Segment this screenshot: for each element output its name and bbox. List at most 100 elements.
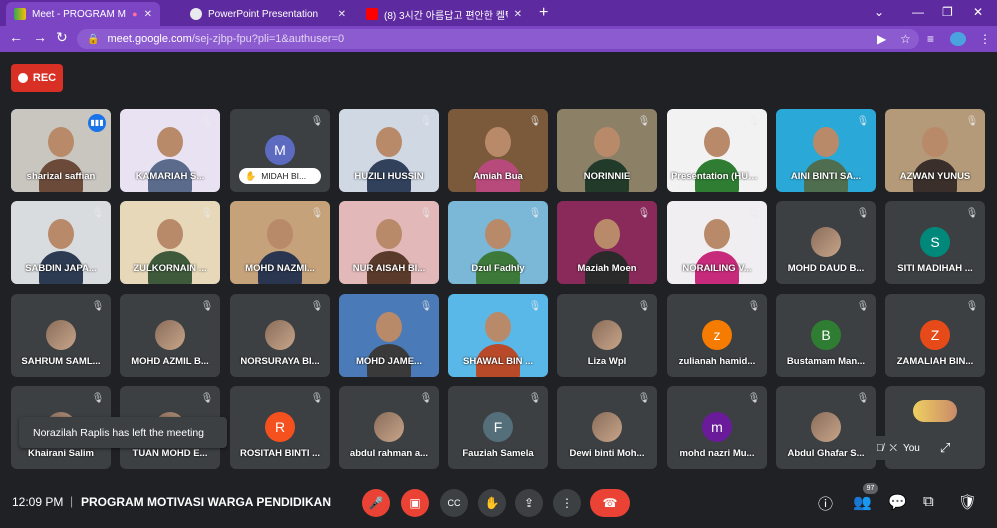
raise-hand-button[interactable]: ✋ bbox=[478, 489, 506, 517]
people-icon[interactable]: 👥 bbox=[853, 493, 872, 511]
mic-off-icon[interactable]: 🎙̸ bbox=[876, 443, 884, 454]
participant-tile[interactable]: 🎙 MOHD NAZMI... bbox=[230, 201, 330, 284]
participant-tile[interactable]: 🎙 Maziah Moen bbox=[557, 201, 657, 284]
self-view-controls: 🎙̸ ⛌ You ⤢ bbox=[868, 436, 975, 460]
menu-kebab-icon[interactable]: ⋮ bbox=[979, 32, 991, 46]
participant-tile[interactable]: 🎙 MOHD AZMIL B... bbox=[120, 294, 220, 377]
avatar bbox=[374, 412, 404, 442]
tab-youtube[interactable]: (8) 3시간 아름답고 편안한 켈틱음 ✕ bbox=[358, 2, 530, 26]
tab-title: Meet - PROGRAM MOTIVASI bbox=[32, 8, 126, 20]
host-controls-icon[interactable]: 🛡 bbox=[958, 493, 977, 511]
participant-tile[interactable]: 🎙 NORSURAYA BI... bbox=[230, 294, 330, 377]
participant-tile[interactable]: 🎙 ZULKORNAIN ... bbox=[120, 201, 220, 284]
participant-tile[interactable]: F 🎙 Fauziah Samela bbox=[448, 386, 548, 469]
more-options-button[interactable]: ⋮ bbox=[553, 489, 581, 517]
participant-face bbox=[48, 127, 74, 157]
participant-tile[interactable]: m 🎙 mohd nazri Mu... bbox=[667, 386, 767, 469]
tab-search-icon[interactable]: ⌄ bbox=[874, 5, 884, 19]
tab-title: PowerPoint Presentation bbox=[208, 8, 319, 20]
captions-button[interactable]: CC bbox=[440, 489, 468, 517]
participant-name: AINI BINTI SA... bbox=[790, 171, 862, 182]
tab-powerpoint[interactable]: PowerPoint Presentation ✕ bbox=[182, 2, 354, 26]
participant-tile[interactable]: 🎙 MOHD DAUD B... bbox=[776, 201, 876, 284]
record-dot-icon bbox=[17, 73, 28, 83]
participant-tile[interactable]: 🎙 HUZILI HUSSIN bbox=[339, 109, 439, 192]
self-avatar bbox=[913, 400, 957, 422]
back-icon[interactable]: ← bbox=[9, 29, 23, 45]
participant-tile[interactable]: 🎙 NUR AISAH BI... bbox=[339, 201, 439, 284]
participant-tile[interactable]: 🎙 NORAILING V... bbox=[667, 201, 767, 284]
new-tab-icon[interactable]: + bbox=[539, 4, 548, 22]
present-button[interactable]: ⇪ bbox=[515, 489, 543, 517]
close-window-icon[interactable]: ✕ bbox=[973, 5, 983, 19]
address-bar[interactable]: 🔒 meet.google.com/sej-zjbp-fpu?pli=1&aut… bbox=[77, 29, 919, 49]
participant-tile[interactable]: 🎙 Liza Wpl bbox=[557, 294, 657, 377]
restore-icon[interactable]: ❐ bbox=[942, 5, 953, 19]
profile-avatar-icon[interactable] bbox=[950, 32, 966, 46]
tab-title: (8) 3시간 아름답고 편안한 켈틱음 bbox=[384, 10, 508, 22]
avatar: M bbox=[265, 135, 295, 165]
close-tab-icon[interactable]: ✕ bbox=[338, 9, 346, 20]
participant-tile[interactable]: 🎙 Dewi binti Moh... bbox=[557, 386, 657, 469]
participant-tile[interactable]: ▮▮▮ sharizal saffian bbox=[11, 109, 111, 192]
muted-mic-icon: 🎙 bbox=[310, 393, 324, 404]
participant-tile[interactable]: 🎙 AZWAN YUNUS bbox=[885, 109, 985, 192]
leave-call-button[interactable]: ☎ bbox=[590, 489, 630, 517]
avatar bbox=[155, 320, 185, 350]
close-tab-icon[interactable]: ✕ bbox=[514, 9, 522, 20]
muted-mic-icon: 🎙 bbox=[856, 208, 870, 219]
participant-name: SHAWAL BIN ... bbox=[462, 356, 534, 367]
participant-tile[interactable]: Z 🎙 ZAMALIAH BIN... bbox=[885, 294, 985, 377]
participant-tile[interactable]: S 🎙 SITI MADIHAH ... bbox=[885, 201, 985, 284]
camera-indicator-icon[interactable]: ▶ bbox=[877, 32, 886, 46]
media-control-icon[interactable]: ≡ bbox=[927, 32, 934, 46]
participant-tile[interactable]: 🎙 MOHD JAME... bbox=[339, 294, 439, 377]
chat-icon[interactable]: 💬 bbox=[888, 493, 907, 511]
participant-tile[interactable]: 🎙 SABDIN JAPA... bbox=[11, 201, 111, 284]
camera-off-icon[interactable]: ⛌ bbox=[890, 443, 897, 454]
participant-face bbox=[485, 219, 511, 249]
mic-toggle-button[interactable]: 🎤 bbox=[362, 489, 390, 517]
separator: | bbox=[70, 494, 74, 508]
participant-tile[interactable]: z 🎙 zulianah hamid... bbox=[667, 294, 767, 377]
camera-toggle-button[interactable]: ▣ bbox=[401, 489, 429, 517]
meeting-control-bar: 12:09 PM | PROGRAM MOTIVASI WARGA PENDID… bbox=[0, 480, 997, 528]
participant-tile[interactable]: 🎙 Dzul Fadhly bbox=[448, 201, 548, 284]
avatar: R bbox=[265, 412, 295, 442]
muted-mic-icon: 🎙 bbox=[200, 301, 214, 312]
avatar: B bbox=[811, 320, 841, 350]
meeting-details-icon[interactable]: ⓘ bbox=[818, 493, 833, 514]
reload-icon[interactable]: ↻ bbox=[56, 29, 68, 46]
url-path: /sej-zjbp-fpu?pli=1&authuser=0 bbox=[191, 33, 345, 45]
participant-name: KAMARIAH S... bbox=[135, 171, 205, 182]
meeting-title: PROGRAM MOTIVASI WARGA PENDIDIKAN ... bbox=[81, 495, 331, 509]
participant-tile[interactable]: R 🎙 ROSITAH BINTI ... bbox=[230, 386, 330, 469]
minimize-icon[interactable]: — bbox=[912, 5, 924, 19]
tab-meet[interactable]: Meet - PROGRAM MOTIVASI ● ✕ bbox=[6, 2, 160, 26]
meeting-clock: 12:09 PM bbox=[12, 495, 64, 509]
participant-name: Khairani Salim bbox=[28, 448, 94, 459]
participant-tile[interactable]: 🎙 AINI BINTI SA... bbox=[776, 109, 876, 192]
participant-tile[interactable]: B 🎙 Bustamam Man... bbox=[776, 294, 876, 377]
globe-icon bbox=[190, 8, 202, 20]
participant-tile[interactable]: 🎙 Presentation (HUZILI HUSSI... bbox=[667, 109, 767, 192]
bookmark-star-icon[interactable]: ☆ bbox=[900, 32, 911, 46]
muted-mic-icon: 🎙 bbox=[637, 116, 651, 127]
forward-icon[interactable]: → bbox=[33, 29, 47, 45]
close-tab-icon[interactable]: ✕ bbox=[144, 9, 152, 20]
activities-icon[interactable]: ⧉ bbox=[923, 493, 934, 510]
expand-icon[interactable]: ⤢ bbox=[940, 440, 950, 456]
participant-face bbox=[922, 127, 948, 157]
participant-tile[interactable]: 🎙 KAMARIAH S... bbox=[120, 109, 220, 192]
participant-tile[interactable]: 🎙 NORINNIE bbox=[557, 109, 657, 192]
participant-name: SABDIN JAPA... bbox=[25, 263, 97, 274]
participant-tile[interactable]: 🎙 abdul rahman a... bbox=[339, 386, 439, 469]
youtube-icon bbox=[366, 8, 378, 20]
participant-tile[interactable]: 🎙 Abdul Ghafar S... bbox=[776, 386, 876, 469]
avatar bbox=[592, 320, 622, 350]
participant-tile[interactable]: 🎙 SHAWAL BIN ... bbox=[448, 294, 548, 377]
self-label: You bbox=[902, 442, 920, 454]
participant-tile[interactable]: M 🎙 ✋ MIDAH BI... bbox=[230, 109, 330, 192]
participant-tile[interactable]: 🎙 Amiah Bua bbox=[448, 109, 548, 192]
participant-tile[interactable]: 🎙 SAHRUM SAML... bbox=[11, 294, 111, 377]
